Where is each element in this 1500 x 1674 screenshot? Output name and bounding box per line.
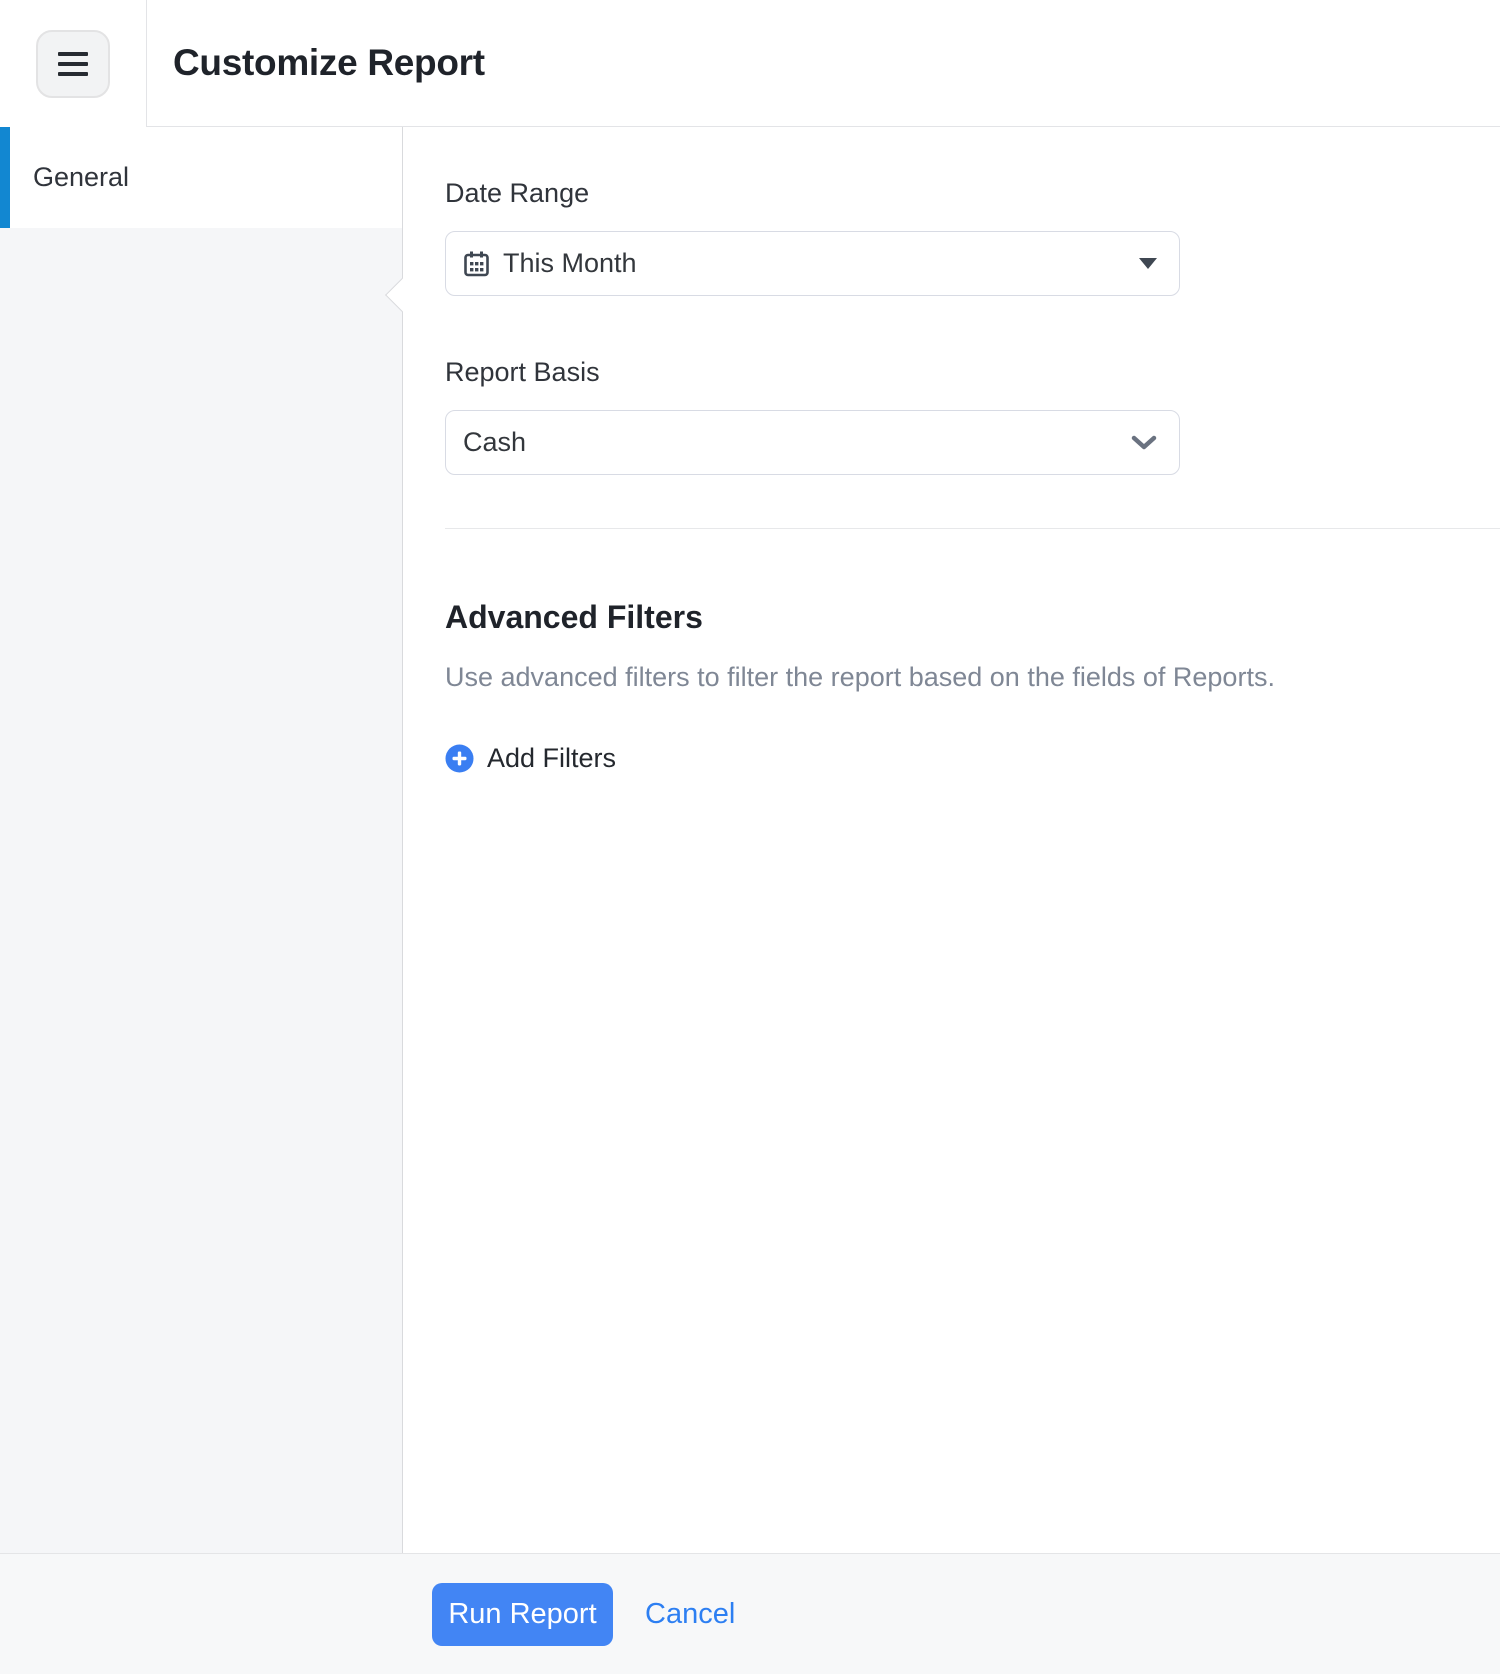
advanced-filters-description: Use advanced filters to filter the repor… [445, 662, 1500, 693]
calendar-icon [463, 250, 490, 278]
hamburger-icon [58, 52, 88, 56]
sidebar-item-label: General [0, 162, 129, 193]
chevron-down-icon [1131, 434, 1157, 452]
advanced-filters-title: Advanced Filters [445, 599, 1500, 636]
main-area: General Date Range This Mon [0, 127, 1500, 1553]
section-divider [445, 528, 1500, 529]
report-basis-value: Cash [463, 427, 526, 458]
hamburger-icon [58, 62, 88, 66]
header: Customize Report [0, 0, 1500, 127]
report-basis-label: Report Basis [445, 356, 1500, 388]
date-range-label: Date Range [445, 177, 1500, 209]
footer-bar: Run Report Cancel [0, 1553, 1500, 1674]
caret-down-icon [1139, 258, 1157, 269]
plus-icon [445, 744, 474, 773]
content-panel: Date Range This Month Report [403, 127, 1500, 1553]
header-menu-cell [0, 0, 147, 127]
date-range-value: This Month [503, 248, 637, 279]
active-tab-indicator [0, 127, 10, 228]
hamburger-menu-button[interactable] [36, 30, 110, 98]
run-report-button[interactable]: Run Report [432, 1583, 613, 1646]
page-title: Customize Report [173, 42, 485, 84]
report-basis-select[interactable]: Cash [445, 410, 1180, 475]
add-filters-button[interactable]: Add Filters [445, 743, 616, 774]
sidebar-item-general[interactable]: General [0, 127, 402, 228]
sidebar: General [0, 127, 403, 1553]
sidebar-background [0, 228, 402, 1553]
date-range-dropdown[interactable]: This Month [445, 231, 1180, 296]
add-filters-label: Add Filters [487, 743, 616, 774]
header-title-cell: Customize Report [147, 0, 1500, 127]
cancel-button[interactable]: Cancel [645, 1598, 735, 1631]
hamburger-icon [58, 72, 88, 76]
